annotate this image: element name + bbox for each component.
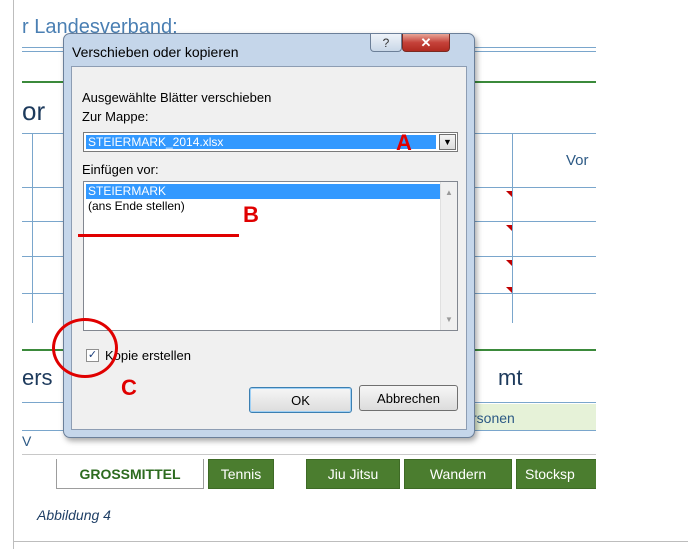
chevron-down-icon[interactable]: ▼	[439, 134, 456, 150]
list-item-end[interactable]: (ans Ende stellen)	[86, 199, 440, 214]
list-scrollbar[interactable]: ▲ ▼	[440, 182, 457, 330]
ok-button[interactable]: OK	[249, 387, 352, 413]
sheet-tab-grossmittel[interactable]: GROSSMITTEL	[56, 459, 204, 489]
annotation-c: C	[121, 375, 137, 400]
comment-indicator	[506, 191, 512, 197]
annotation-b: B	[243, 202, 259, 227]
scroll-up-icon[interactable]: ▲	[445, 188, 453, 197]
workbook-label: Zur Mappe:	[82, 109, 149, 124]
right-fragment-mt: mt	[498, 365, 523, 390]
help-button[interactable]: ?	[370, 34, 402, 52]
annotation-circle	[52, 318, 118, 378]
close-button[interactable]: ✕	[402, 34, 450, 52]
scroll-down-icon[interactable]: ▼	[445, 315, 453, 324]
dialog-title: Verschieben oder kopieren	[72, 44, 239, 60]
right-fragment-vor: Vor	[566, 152, 589, 169]
close-icon: ✕	[420, 34, 432, 50]
comment-indicator	[506, 225, 512, 231]
annotation-a: A	[396, 130, 412, 155]
annotation-underline	[78, 234, 239, 237]
right-fragment-personen: rsonen	[472, 410, 515, 426]
grid-line	[512, 133, 513, 323]
figure-caption: Abbildung 4	[37, 507, 111, 523]
grid-line	[32, 133, 33, 323]
left-fragment-ers: ers	[22, 365, 53, 390]
left-fragment-or: or	[22, 96, 46, 126]
insert-before-list[interactable]: STEIERMARK (ans Ende stellen) ▲ ▼	[83, 181, 458, 331]
help-icon: ?	[382, 35, 390, 50]
sheet-tab-tennis[interactable]: Tennis	[208, 459, 274, 489]
cancel-button[interactable]: Abbrechen	[359, 385, 458, 411]
moving-sheets-label: Ausgewählte Blätter verschieben	[82, 90, 272, 105]
sheet-tab-bar: GROSSMITTEL Tennis Jiu Jitsu Wandern Sto…	[22, 454, 596, 492]
left-fragment-v: V	[22, 433, 32, 449]
insert-before-label: Einfügen vor:	[82, 162, 159, 177]
comment-indicator	[506, 287, 512, 293]
sheet-tab-wandern[interactable]: Wandern	[404, 459, 512, 489]
sheet-tab-stocksport[interactable]: Stocksp	[516, 459, 596, 489]
frame-bottom-border	[13, 541, 688, 542]
sheet-tab-jiu-jitsu[interactable]: Jiu Jitsu	[306, 459, 400, 489]
workbook-selected-value: STEIERMARK_2014.xlsx	[86, 135, 436, 149]
list-item-steiermark[interactable]: STEIERMARK	[86, 184, 440, 199]
comment-indicator	[506, 260, 512, 266]
